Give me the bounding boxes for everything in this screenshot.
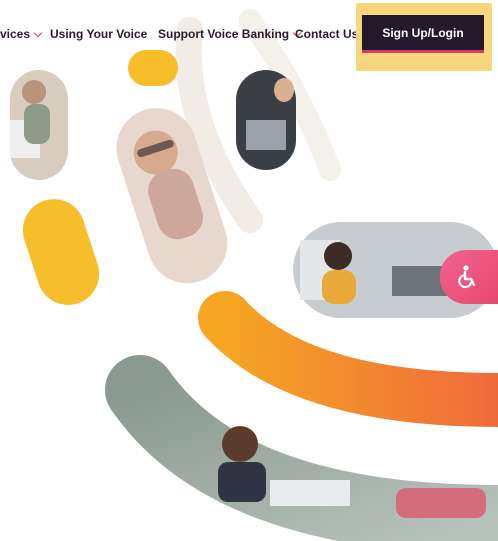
- nav-contact-label: Contact Us: [295, 27, 359, 41]
- sign-up-login-button[interactable]: Sign Up/Login: [362, 15, 484, 53]
- photo-elderly-man: [116, 108, 228, 284]
- nav-support-label: Support Voice Banking: [158, 27, 290, 41]
- nav-services[interactable]: vices: [0, 27, 43, 41]
- hero-artwork: [10, 9, 498, 541]
- chevron-down-icon: [33, 28, 43, 37]
- orange-arc: [198, 291, 498, 427]
- accessibility-button[interactable]: [440, 250, 498, 304]
- nav-support-voice-banking[interactable]: Support Voice Banking: [158, 27, 302, 41]
- nav-using-your-voice-label: Using Your Voice: [50, 27, 148, 41]
- login-highlight-frame: Sign Up/Login: [356, 3, 492, 71]
- yellow-pill-left: [22, 199, 100, 305]
- photo-laptop-hands: [236, 70, 296, 170]
- sign-up-login-label: Sign Up/Login: [382, 25, 464, 40]
- nav-using-your-voice[interactable]: Using Your Voice: [50, 27, 147, 41]
- top-navigation: vices Using Your Voice Support Voice Ban…: [0, 0, 498, 72]
- photo-woman-laptop: [10, 70, 68, 180]
- nav-services-label: vices: [0, 27, 31, 41]
- nav-contact-us[interactable]: Contact Us: [295, 27, 358, 41]
- wheelchair-icon: [458, 265, 476, 289]
